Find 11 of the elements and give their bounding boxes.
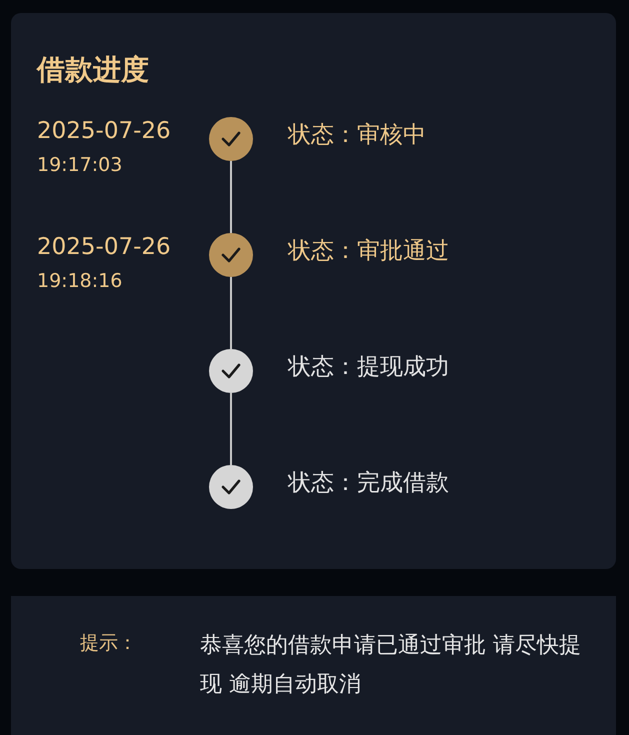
step-status: 状态：提现成功 <box>288 353 449 382</box>
notice-label: 提示： <box>80 631 138 656</box>
step-status: 状态：审批通过 <box>288 237 449 266</box>
step-date: 2025-07-26 <box>37 233 172 261</box>
step-status: 状态：审核中 <box>288 121 426 150</box>
step-time: 19:17:03 <box>37 153 124 177</box>
notice-message: 恭喜您的借款申请已通过审批 请尽快提现 逾期自动取消 <box>200 632 582 699</box>
step-time: 19:18:16 <box>37 269 124 293</box>
step-status: 状态：完成借款 <box>288 469 449 498</box>
card-title: 借款进度 <box>37 53 150 87</box>
step-date: 2025-07-26 <box>37 117 172 145</box>
